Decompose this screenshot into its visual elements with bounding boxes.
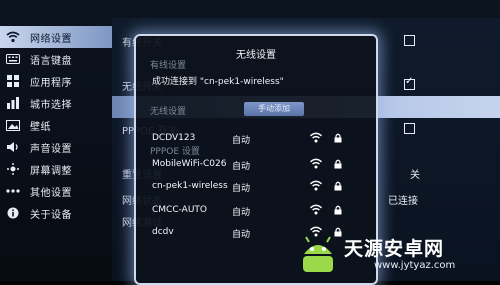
lock-icon — [334, 159, 342, 169]
nav-item-other[interactable]: 其他设置 — [0, 180, 112, 202]
nav-item-apps[interactable]: 应用程序 — [0, 70, 112, 92]
more-dots-icon — [6, 184, 20, 198]
row-value: 已连接 — [388, 196, 418, 207]
network-mode: 自动 — [232, 162, 251, 172]
network-mode: 自动 — [232, 184, 251, 194]
wired-settings-label: 有线设置 — [150, 61, 187, 71]
network-ssid: DCDV123 — [152, 133, 196, 143]
wifi-signal-icon — [310, 158, 322, 169]
lock-icon — [334, 133, 342, 143]
network-list-item[interactable]: cn-pek1-wireless 自动 — [136, 178, 376, 196]
nav-item-label: 声音设置 — [30, 143, 72, 155]
manual-add-button[interactable]: 手动添加 — [244, 102, 304, 116]
lock-icon — [334, 181, 342, 191]
wallpaper-icon — [6, 118, 20, 132]
nav-item-city[interactable]: 城市选择 — [0, 92, 112, 114]
nav-item-about[interactable]: 关于设备 — [0, 202, 112, 224]
wireless-settings-label: 无线设置 — [150, 107, 187, 117]
nav-item-language[interactable]: 语言键盘 — [0, 48, 112, 70]
wireless-switch-checkbox[interactable] — [404, 76, 415, 90]
network-list-item[interactable]: CMCC-AUTO 自动 — [136, 202, 376, 220]
tv-settings-screen: 网络设置 语言键盘 应用程序 城市选择 壁纸 声音设置 屏幕调整 其他设置 关于… — [0, 0, 500, 285]
network-mode: 自动 — [232, 230, 251, 240]
nav-item-sound[interactable]: 声音设置 — [0, 136, 112, 158]
nav-item-label: 壁纸 — [30, 121, 51, 133]
bar-chart-icon — [6, 96, 20, 110]
speaker-icon — [6, 140, 20, 154]
network-ssid: CMCC-AUTO — [152, 205, 207, 215]
settings-nav: 网络设置 语言键盘 应用程序 城市选择 壁纸 声音设置 屏幕调整 其他设置 关于… — [0, 26, 112, 281]
info-icon — [6, 206, 20, 220]
nav-item-label: 网络设置 — [30, 33, 72, 45]
site-watermark: 天源安卓网 www.jytyaz.com — [290, 230, 500, 281]
nav-item-screen[interactable]: 屏幕调整 — [0, 158, 112, 180]
nav-item-label: 其他设置 — [30, 187, 72, 199]
keyboard-icon — [6, 52, 20, 66]
android-logo-icon — [303, 236, 333, 272]
wireless-header: 无线设置 手动添加 — [136, 100, 376, 120]
row-value: 关 — [410, 170, 420, 181]
apps-grid-icon — [6, 74, 20, 88]
network-mode: 自动 — [232, 208, 251, 218]
screen-adjust-icon — [6, 162, 20, 176]
watermark-title: 天源安卓网 — [344, 238, 445, 260]
wifi-signal-icon — [310, 180, 322, 191]
network-ssid: dcdv — [152, 227, 174, 237]
network-list-item[interactable]: DCDV123 自动 — [136, 130, 376, 148]
wifi-signal-icon — [310, 132, 322, 143]
network-ssid: cn-pek1-wireless — [152, 181, 228, 191]
nav-item-label: 城市选择 — [30, 99, 72, 111]
nav-item-label: 应用程序 — [30, 77, 72, 89]
wired-switch-checkbox[interactable] — [404, 35, 415, 46]
nav-item-label: 语言键盘 — [30, 55, 72, 67]
lock-icon — [334, 205, 342, 215]
nav-item-label: 关于设备 — [30, 209, 72, 221]
network-list-item[interactable]: MobileWiFi-C026 自动 — [136, 156, 376, 174]
nav-item-network[interactable]: 网络设置 — [0, 26, 112, 48]
wifi-signal-icon — [310, 204, 322, 215]
pppoe-switch-checkbox[interactable] — [404, 123, 415, 134]
nav-item-label: 屏幕调整 — [30, 165, 72, 177]
connection-status: 成功连接到 "cn-pek1-wireless" — [152, 77, 284, 87]
network-mode: 自动 — [232, 136, 251, 146]
nav-item-wallpaper[interactable]: 壁纸 — [0, 114, 112, 136]
network-ssid: MobileWiFi-C026 — [152, 159, 227, 169]
watermark-url: www.jytyaz.com — [374, 260, 456, 271]
wifi-icon — [6, 30, 20, 44]
